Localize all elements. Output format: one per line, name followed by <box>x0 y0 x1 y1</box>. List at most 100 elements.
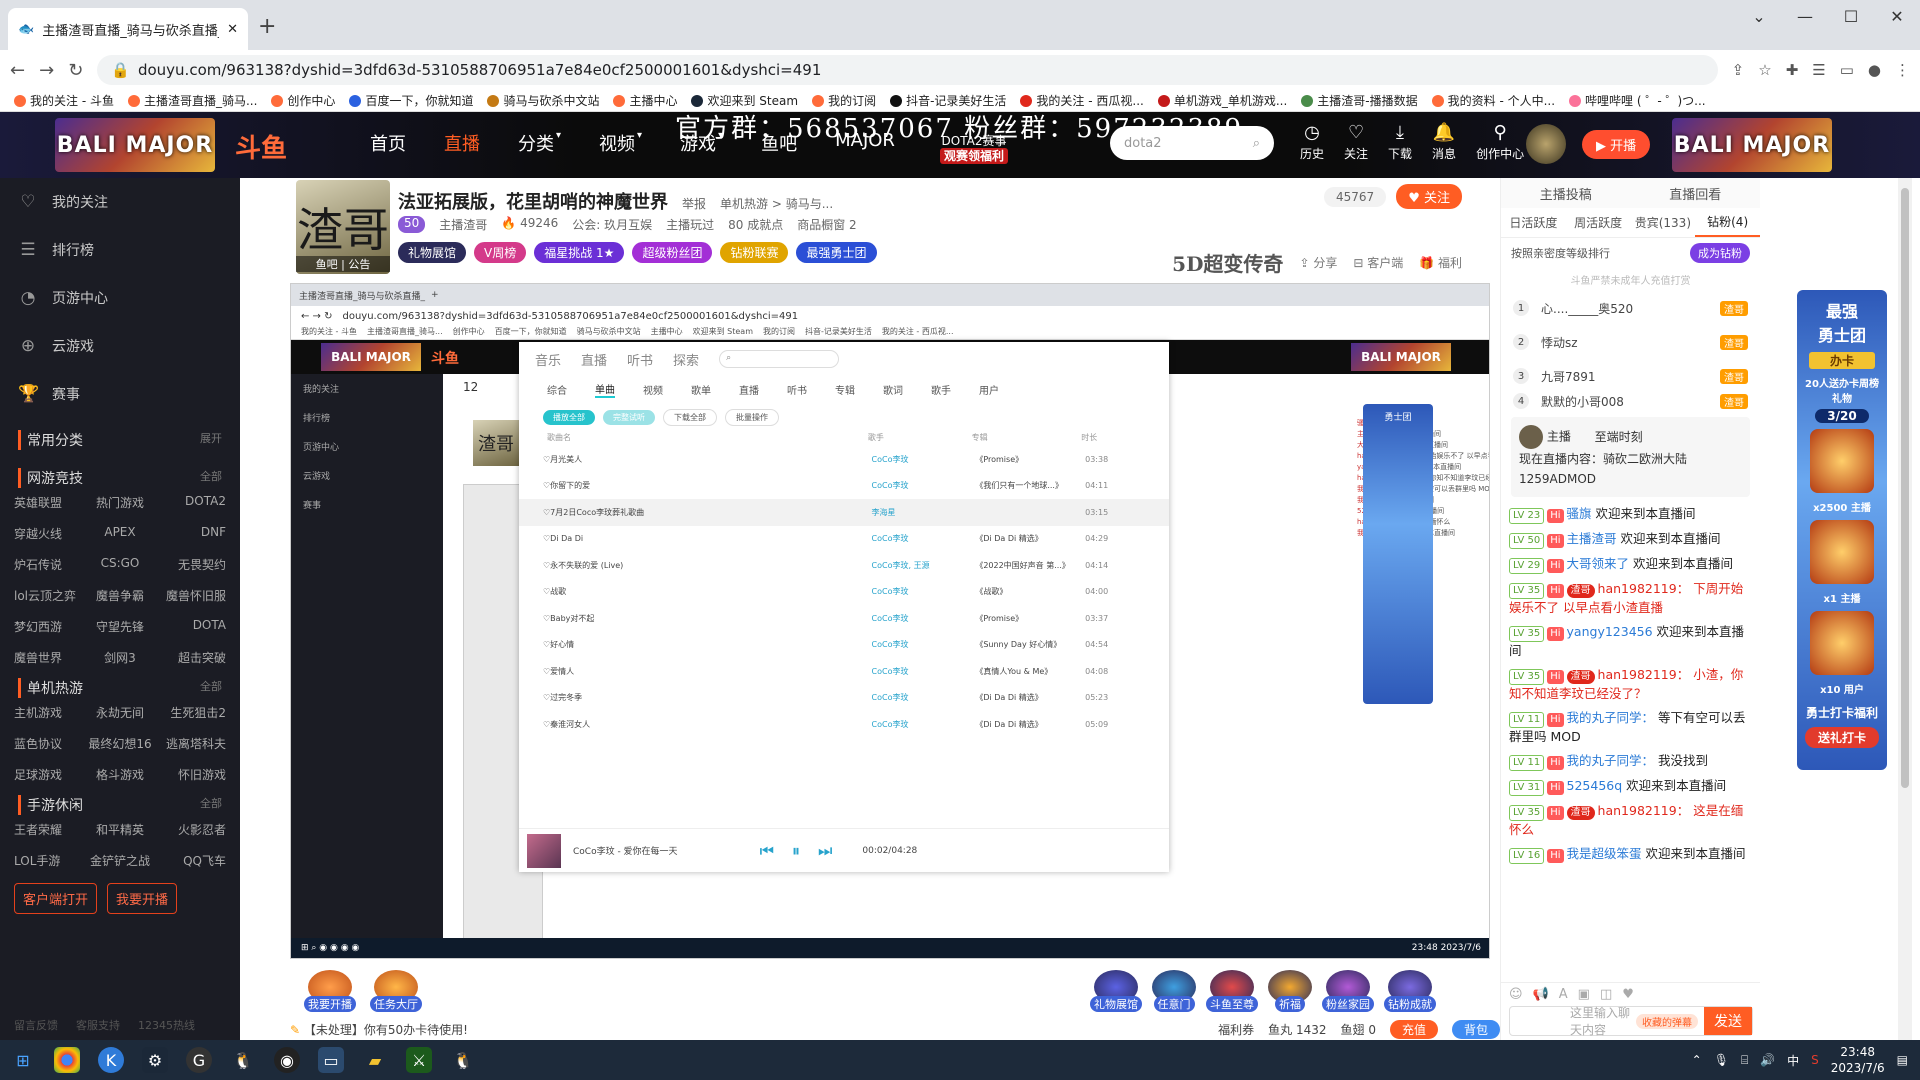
notification-icon[interactable]: ▤ <box>1897 1053 1908 1067</box>
music-tab-5[interactable]: 听书 <box>787 382 807 397</box>
bookmark-item[interactable]: 主播中心 <box>613 92 677 109</box>
ad-brand[interactable]: 5D超变传奇 <box>1172 248 1283 277</box>
chat-username[interactable]: han1982119： <box>1598 581 1690 596</box>
qq-icon[interactable]: 🐧 <box>230 1047 256 1073</box>
category-link[interactable]: 热门游戏 <box>85 494 156 511</box>
category-link[interactable]: DOTA <box>155 618 226 635</box>
chat-username[interactable]: han1982119： <box>1598 803 1690 818</box>
category-link[interactable]: CS:GO <box>85 556 156 573</box>
search-input[interactable]: dota2 ⌕ <box>1110 126 1274 160</box>
heart-outline-icon[interactable]: ♡ <box>543 720 550 729</box>
forward-icon[interactable]: → <box>39 60 54 81</box>
sidepanel-icon[interactable]: ▭ <box>1840 61 1854 79</box>
shop-window[interactable]: 商品橱窗 2 <box>797 216 856 233</box>
song-row[interactable]: ♡ 战歌 CoCo李玟 《战歌》 04:00 <box>519 579 1169 606</box>
song-row[interactable]: ♡ 你留下的爱 CoCo李玟 《我们只有一个地球...》 04:11 <box>519 473 1169 500</box>
bookmark-item[interactable]: 我的资料 - 个人中... <box>1431 92 1555 109</box>
gift-entry-4[interactable]: 斗鱼至尊 <box>1206 970 1258 1012</box>
category-link[interactable]: 超击突破 <box>155 649 226 666</box>
heart-outline-icon[interactable]: ♡ <box>543 587 550 596</box>
category-link[interactable]: 逃离塔科夫 <box>155 735 226 752</box>
section-more-link[interactable]: 全部 <box>200 795 222 815</box>
heart-outline-icon[interactable]: ♡ <box>543 455 550 464</box>
heart-outline-icon[interactable]: ♡ <box>543 481 550 490</box>
rank-row[interactable]: 4 默默的小哥008 渣哥 <box>1501 393 1760 409</box>
page-scrollbar[interactable] <box>1898 178 1912 1040</box>
song-row[interactable]: ♡ 秦淮河女人 CoCo李玟 《Di Da Di 精选》 05:09 <box>519 711 1169 738</box>
qq-icon-2[interactable]: 🐧 <box>450 1047 476 1073</box>
minimize-icon[interactable]: — <box>1782 0 1828 32</box>
category-link[interactable]: 火影忍者 <box>155 821 226 838</box>
category-link[interactable]: QQ飞车 <box>155 852 226 869</box>
section-more-link[interactable]: 全部 <box>200 468 222 488</box>
chat-username[interactable]: yangy123456 <box>1567 624 1653 639</box>
rank-tab-3[interactable]: 钻粉(4) <box>1695 208 1760 237</box>
heart-outline-icon[interactable]: ♡ <box>543 614 550 623</box>
heart-outline-icon[interactable]: ♡ <box>543 534 550 543</box>
badge-icon[interactable]: ◫ <box>1600 987 1612 1002</box>
category-link[interactable]: 和平精英 <box>85 821 156 838</box>
gift-entry-7[interactable]: 钻粉成就 <box>1384 970 1436 1012</box>
app-g-icon[interactable]: G <box>186 1047 212 1073</box>
volume-icon[interactable]: 🔊 <box>1760 1053 1775 1067</box>
music-tab-6[interactable]: 专辑 <box>835 382 855 397</box>
music-tab-0[interactable]: 综合 <box>547 382 567 397</box>
user-avatar[interactable] <box>1526 124 1566 164</box>
music-tab-3[interactable]: 歌单 <box>691 382 711 397</box>
song-row[interactable]: ♡ 7月2日Coco李玟葬礼歌曲 李海星 03:15 <box>519 499 1169 526</box>
footer-link[interactable]: 留言反馈 <box>14 1017 58 1033</box>
menu-icon[interactable]: ⋮ <box>1895 61 1910 79</box>
header-icon-1[interactable]: ♡ 关注 <box>1344 122 1368 162</box>
maximize-icon[interactable]: ☐ <box>1828 0 1874 32</box>
follow-button[interactable]: ♥ 关注 <box>1396 184 1462 209</box>
tray-up-icon[interactable]: ⌃ <box>1692 1053 1702 1067</box>
music-tab-9[interactable]: 用户 <box>979 382 999 397</box>
category-link[interactable]: DOTA2 <box>155 494 226 511</box>
image-icon[interactable]: ▣ <box>1578 987 1590 1002</box>
music-action-1[interactable]: 完整试听 <box>603 409 655 425</box>
browser-tab[interactable]: 🐟 主播渣哥直播_骑马与砍杀直播_ ✕ <box>8 8 248 50</box>
bookmark-item[interactable]: 创作中心 <box>271 92 335 109</box>
client-open-button[interactable]: 客户端打开 <box>14 883 98 914</box>
sidebar-item-3[interactable]: ⊕ 云游戏 <box>0 322 240 370</box>
music-tab-7[interactable]: 歌词 <box>883 382 903 397</box>
category-link[interactable]: 炉石传说 <box>14 556 85 573</box>
category-link[interactable]: 永劫无间 <box>85 704 156 721</box>
room-category[interactable]: 单机热游 > 骑马与... <box>720 197 833 211</box>
gift-entry-3[interactable]: 任意门 <box>1152 970 1196 1012</box>
windows-start-icon[interactable]: ⊞ <box>10 1047 36 1073</box>
song-row[interactable]: ♡ 爱情人 CoCo李玟 《真情人You & Me》 04:08 <box>519 658 1169 685</box>
category-link[interactable]: 最终幻想16 <box>85 735 156 752</box>
chat-input[interactable]: 这里输入聊天内容 收藏的弹幕 发送 <box>1509 1006 1753 1037</box>
bali-major-banner-right[interactable]: BALI MAJOR <box>1672 118 1832 172</box>
fan-icon[interactable]: ♥ <box>1622 987 1634 1002</box>
category-link[interactable]: 魔兽世界 <box>14 649 85 666</box>
bali-major-banner-left[interactable]: BALI MAJOR <box>55 118 215 172</box>
category-link[interactable]: lol云顶之弈 <box>14 587 85 604</box>
album-cover[interactable] <box>527 833 561 868</box>
welfare-coupon[interactable]: 福利券 <box>1218 1021 1254 1038</box>
tab-search-icon[interactable]: ⌄ <box>1736 0 1782 32</box>
rank-tab-1[interactable]: 周活跃度 <box>1566 208 1631 237</box>
folder-icon[interactable]: ▰ <box>362 1047 388 1073</box>
achievement[interactable]: 80 成就点 <box>728 216 783 233</box>
url-input[interactable]: 🔒 douyu.com/963138?dyshid=3dfd63d-531058… <box>97 55 1718 85</box>
close-window-icon[interactable]: ✕ <box>1874 0 1920 32</box>
header-icon-3[interactable]: 🔔 消息 <box>1432 122 1456 162</box>
song-row[interactable]: ♡ Baby对不起 CoCo李玟 《Promise》 03:37 <box>519 605 1169 632</box>
room-tag-5[interactable]: 最强勇士团 <box>796 242 877 263</box>
bookmark-item[interactable]: 我的关注 - 斗鱼 <box>14 92 114 109</box>
category-link[interactable]: 守望先锋 <box>85 618 156 635</box>
bookmark-item[interactable]: 哔哩哔哩 ( ゜- ゜)つ... <box>1569 92 1706 109</box>
horn-icon[interactable]: 📢 <box>1533 987 1549 1002</box>
category-link[interactable]: 足球游戏 <box>14 766 85 783</box>
music-action-2[interactable]: 下载全部 <box>663 408 717 426</box>
heart-outline-icon[interactable]: ♡ <box>543 667 550 676</box>
category-link[interactable]: 梦幻西游 <box>14 618 85 635</box>
rank-row[interactable]: 2 悸动sz 渣哥 <box>1501 325 1760 359</box>
music-action-3[interactable]: 批量操作 <box>725 408 779 426</box>
reading-list-icon[interactable]: ☰ <box>1812 61 1825 79</box>
room-tag-1[interactable]: V周榜 <box>474 242 527 263</box>
chat-username[interactable]: han1982119： <box>1598 667 1690 682</box>
rank-tab-0[interactable]: 日活跃度 <box>1501 208 1566 237</box>
